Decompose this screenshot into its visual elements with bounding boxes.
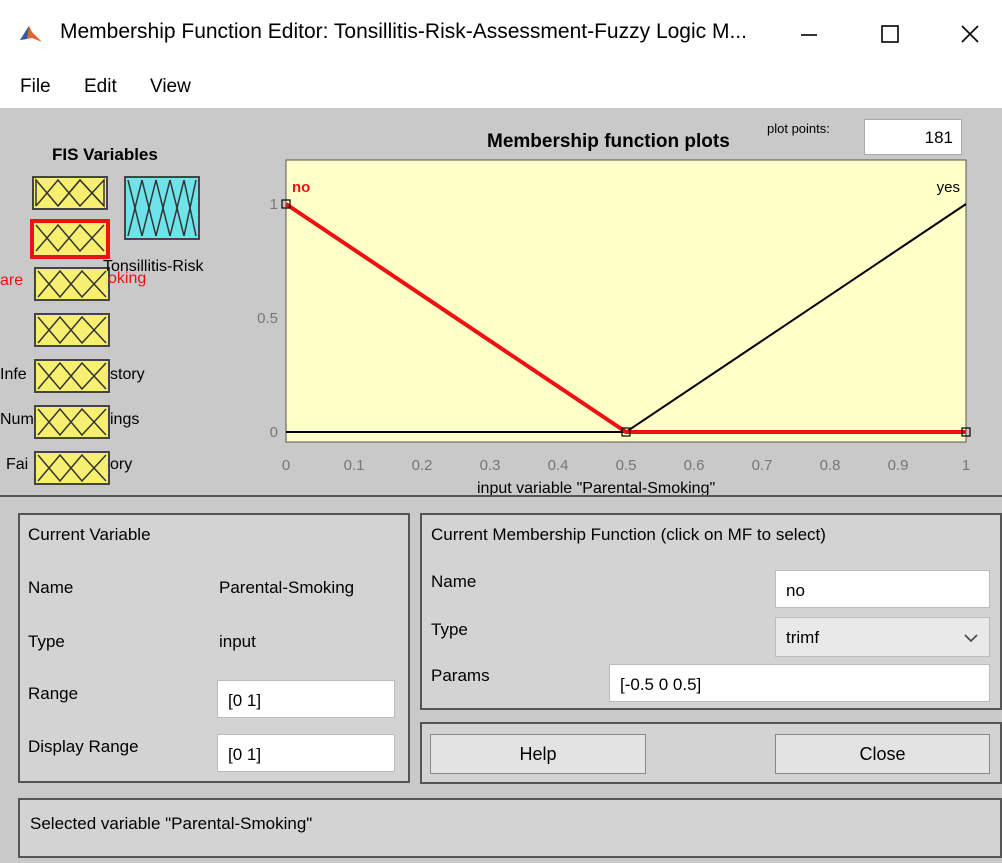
x-tick-label: 0.4 [548,457,569,474]
input-label-right: ings [110,411,140,428]
current-variable-title: Current Variable [28,525,151,544]
y-tick-label: 1 [270,196,278,213]
y-ticks: 00.51 [257,196,278,441]
current-mf-title: Current Membership Function (click on MF… [431,525,826,544]
x-tick-label: 0.3 [480,457,501,474]
input-label-left: Num [0,411,34,428]
mf-type-select[interactable]: trimf [775,617,990,657]
fis-input-parental-smoking[interactable] [30,219,110,259]
fis-input-5[interactable] [34,359,110,393]
variable-name-value: Parental-Smoking [219,578,355,597]
mf-glyph-icon [37,269,107,299]
range-label: Range [28,684,79,703]
fis-input-7[interactable] [34,451,110,485]
mf-type-label: Type [431,620,468,639]
x-tick-label: 0.8 [820,457,841,474]
plot-points-label: plot points: [767,121,830,136]
menu-edit[interactable]: Edit [84,76,117,98]
fis-output-tonsillitis-risk[interactable] [124,176,200,240]
mf-name-input[interactable]: no [775,570,990,608]
variable-type-label: Type [28,632,65,651]
maximize-icon [881,25,899,43]
minimize-button[interactable] [789,14,829,54]
x-tick-label: 0.7 [752,457,773,474]
matlab-icon [18,22,44,48]
fis-input-6[interactable] [34,405,110,439]
mf-params-label: Params [431,666,490,685]
input-label-left: Fai [6,456,29,473]
mf-glyph-icon [127,179,197,237]
close-window-button[interactable] [950,14,990,54]
mf-glyph-icon [37,361,107,391]
window-title: Membership Function Editor: Tonsillitis-… [60,20,747,43]
menu-bar: File Edit View [0,68,1002,108]
input-label-right: oking [108,270,147,287]
membership-plot[interactable]: 00.51 0 0.1 0.2 0.3 0.4 0.5 0.6 0.7 0.8 0.9 1 no y… [240,150,980,480]
x-tick-label: 0.6 [684,457,705,474]
x-tick-label: 0.9 [888,457,909,474]
input-label-right: story [110,366,145,383]
maximize-button[interactable] [870,14,910,54]
fis-input-1[interactable] [32,176,108,210]
x-tick-label: 0.2 [412,457,433,474]
y-tick-label: 0 [270,424,278,441]
fis-input-3[interactable] [34,267,110,301]
mf-label-yes[interactable]: yes [937,179,960,196]
menu-file[interactable]: File [20,76,51,98]
close-button[interactable]: Close [775,734,990,774]
x-ticks: 0 0.1 0.2 0.3 0.4 0.5 0.6 0.7 0.8 0.9 1 [282,457,970,474]
chevron-down-icon [964,634,978,643]
input-label-right: ory [110,456,133,473]
mf-glyph-icon [37,453,107,483]
mf-params-input[interactable]: [-0.5 0 0.5] [609,664,990,702]
input-label-left: Infe [0,366,27,383]
x-tick-label: 0 [282,457,290,474]
plot-background [285,159,967,443]
x-tick-label: 0.1 [344,457,365,474]
display-range-label: Display Range [28,737,139,756]
help-button[interactable]: Help [430,734,646,774]
minimize-icon [801,34,817,36]
display-range-input[interactable]: [0 1] [217,734,395,772]
mf-glyph-icon [35,223,105,253]
fis-variables-title: FIS Variables [52,145,158,164]
close-icon [961,25,979,43]
mf-glyph-icon [35,177,105,208]
title-bar: Membership Function Editor: Tonsillitis-… [0,0,1002,68]
fis-input-4[interactable] [34,313,110,347]
menu-view[interactable]: View [150,76,191,98]
mf-glyph-icon [37,407,107,437]
input-label-left: are [0,272,24,289]
x-tick-label: 0.5 [616,457,637,474]
mf-type-value: trimf [786,628,820,647]
x-tick-label: 1 [962,457,970,474]
variable-name-label: Name [28,578,74,597]
variable-type-value: input [219,632,256,651]
status-bar: Selected variable "Parental-Smoking" [18,798,1002,858]
mf-glyph-icon [37,315,107,345]
range-input[interactable]: [0 1] [217,680,395,718]
mf-name-label: Name [431,572,477,591]
y-tick-label: 0.5 [257,310,278,327]
mf-label-no[interactable]: no [292,179,310,196]
